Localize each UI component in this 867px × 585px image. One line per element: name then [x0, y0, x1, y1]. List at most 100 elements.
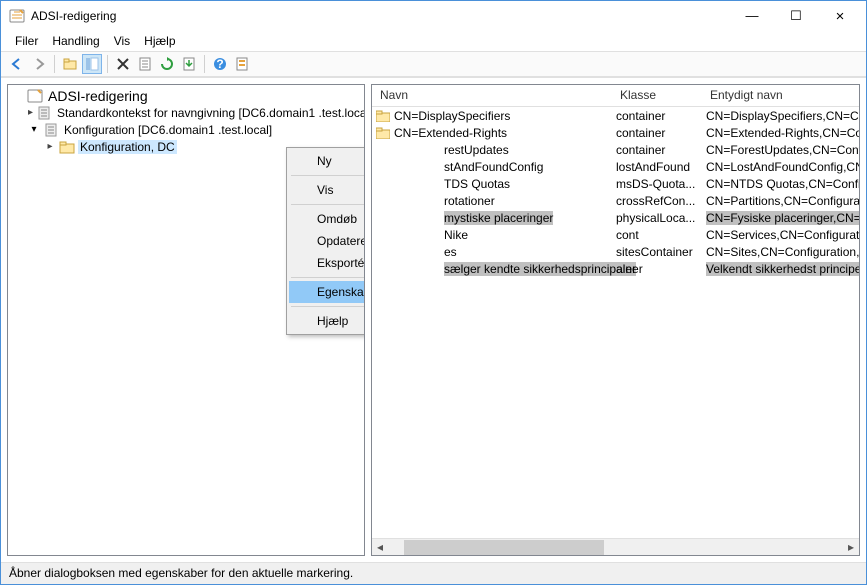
folder-icon: [376, 110, 390, 122]
cell-class: physicalLoca...: [612, 211, 702, 225]
forward-button[interactable]: [29, 54, 49, 74]
refresh-button[interactable]: [157, 54, 177, 74]
back-button[interactable]: [7, 54, 27, 74]
cell-name: Nike: [444, 228, 468, 242]
menu-item-export[interactable]: Eksportér liste...: [289, 252, 365, 274]
cell-dn: CN=Services,CN=Configuration,: [706, 228, 859, 242]
status-text: Åbner dialogboksen med egenskaber for de…: [9, 566, 353, 580]
cell-dn: CN=ForestUpdates,CN=Configu: [706, 143, 859, 157]
menu-item-help[interactable]: Hjælp: [289, 310, 365, 332]
statusbar: Åbner dialogboksen med egenskaber for de…: [1, 562, 866, 584]
context-icon: [43, 122, 59, 138]
cell-class: sitesContainer: [612, 245, 702, 259]
tree-root[interactable]: ▸ ADSI-redigering: [8, 87, 364, 104]
svg-text:?: ?: [216, 57, 223, 71]
list-pane: Navn Klasse Entydigt navn CN=DisplaySpec…: [371, 84, 860, 556]
menu-item-label: Eksportér liste...: [317, 256, 365, 270]
expander-icon[interactable]: ▸: [28, 107, 33, 118]
context-icon: [36, 105, 52, 121]
cell-dn: CN=Sites,CN=Configuration,DC: [706, 245, 859, 259]
menubar: Filer Handling Vis Hjælp: [1, 31, 866, 51]
menu-item-view[interactable]: Vis ▶: [289, 179, 365, 201]
cell-class: msDS-Quota...: [612, 177, 702, 191]
list-row[interactable]: stAndFoundConfiglostAndFoundCN=LostAndFo…: [372, 158, 859, 175]
tree-node-label: Konfiguration [DC6.domain1 .test.local]: [62, 123, 274, 137]
scroll-right-icon[interactable]: ▸: [843, 540, 859, 555]
export-button[interactable]: [179, 54, 199, 74]
list-row[interactable]: CN=DisplaySpecifierscontainerCN=DisplayS…: [372, 107, 859, 124]
list-row[interactable]: Nike cont CN=Services,CN=Configuration,: [372, 226, 859, 243]
list-row[interactable]: sælger kendte sikkerhedsprincipalerainer…: [372, 260, 859, 277]
show-tree-button[interactable]: [82, 54, 102, 74]
menu-item-label: Egenskaber: [317, 285, 365, 299]
menu-item-properties[interactable]: Egenskaber: [289, 281, 365, 303]
menu-view[interactable]: Vis: [114, 34, 130, 48]
cell-name: TDS Quotas: [444, 177, 510, 191]
cell-name: rotationer: [444, 194, 495, 208]
close-button[interactable]: ×: [828, 8, 852, 25]
list-header: Navn Klasse Entydigt navn: [372, 85, 859, 107]
menu-separator: [291, 175, 365, 176]
menu-separator: [291, 306, 365, 307]
cell-class: container: [612, 126, 702, 140]
app-icon: [9, 8, 25, 24]
column-header-name[interactable]: Navn: [372, 85, 612, 106]
up-folder-button[interactable]: [60, 54, 80, 74]
folder-icon: [376, 127, 390, 139]
list-row[interactable]: CN=Extended-Rights container CN=Extended-R…: [372, 124, 859, 141]
cell-class: cont: [612, 228, 702, 242]
cell-class: ainer: [612, 262, 702, 276]
menu-item-label: Ny: [317, 154, 332, 168]
cell-dn: Velkendt sikkerhedst principe: [706, 262, 859, 276]
tree-node-label: Konfiguration, DC: [78, 140, 177, 154]
scroll-left-icon[interactable]: ◂: [372, 540, 388, 555]
app-window: ADSI-redigering — ☐ × Filer Handling Vis…: [0, 0, 867, 585]
menu-item-rename[interactable]: Omdøb: [289, 208, 365, 230]
cell-dn: CN=NTDS Quotas,CN=Configur: [706, 177, 859, 191]
cell-class: container: [612, 143, 702, 157]
menu-help[interactable]: Hjælp: [144, 34, 175, 48]
window-title: ADSI-redigering: [31, 9, 740, 23]
help-button[interactable]: ?: [210, 54, 230, 74]
expander-icon[interactable]: ▾: [28, 124, 40, 135]
menu-item-label: Hjælp: [317, 314, 348, 328]
cell-dn: CN=Fysiske placeringer,CN=Cor: [706, 211, 859, 225]
tree-node-configuration[interactable]: ▾ Konfiguration [DC6.domain1 .test.local…: [8, 121, 364, 138]
menu-file[interactable]: Filer: [15, 34, 38, 48]
tree-node-naming-context[interactable]: ▸ Standardkontekst for navngivning [DC6.…: [8, 104, 364, 121]
list-row[interactable]: restUpdates container CN=ForestUpdates,CN=…: [372, 141, 859, 158]
menu-item-label: Vis: [317, 183, 333, 197]
cell-dn: CN=DisplaySpecifiers,CN=Confi: [706, 109, 859, 123]
minimize-button[interactable]: —: [740, 8, 764, 25]
menu-action[interactable]: Handling: [52, 34, 99, 48]
column-header-class[interactable]: Klasse: [612, 85, 702, 106]
list-row[interactable]: rotationercrossRefCon...CN=Partitions,CN…: [372, 192, 859, 209]
menu-separator: [291, 204, 365, 205]
list-row[interactable]: TDS Quotas msDS-Quota... CN=NTDS Quotas,CN…: [372, 175, 859, 192]
cell-class: crossRefCon...: [612, 194, 702, 208]
list-row[interactable]: essitesContainerCN=Sites,CN=Configuratio…: [372, 243, 859, 260]
cell-name: stAndFoundConfig: [444, 160, 543, 174]
properties-button[interactable]: [135, 54, 155, 74]
menu-item-label: Omdøb: [317, 212, 357, 226]
cell-name: CN=Extended-Rights: [394, 126, 507, 140]
cell-class: container: [612, 109, 702, 123]
settings-button[interactable]: [232, 54, 252, 74]
list-row[interactable]: mystiske placeringerphysicalLoca...CN=Fy…: [372, 209, 859, 226]
tree-root-label: ADSI-redigering: [46, 88, 150, 104]
content-area: ▸ ADSI-redigering ▸ Standardkontekst for…: [1, 77, 866, 562]
horizontal-scrollbar[interactable]: ◂ ▸: [372, 538, 859, 555]
cell-dn: CN=Extended-Rights,CN=Confi: [706, 126, 859, 140]
tree-pane: ▸ ADSI-redigering ▸ Standardkontekst for…: [7, 84, 365, 556]
cell-name: restUpdates: [444, 143, 509, 157]
column-header-dn[interactable]: Entydigt navn: [702, 85, 859, 106]
maximize-button[interactable]: ☐: [784, 8, 808, 25]
menu-item-refresh[interactable]: Opdatere: [289, 230, 365, 252]
delete-button[interactable]: [113, 54, 133, 74]
menu-item-new[interactable]: Ny ▶: [289, 150, 365, 172]
folder-icon: [59, 139, 75, 155]
expander-icon[interactable]: ▸: [44, 141, 56, 152]
scroll-thumb[interactable]: [404, 540, 604, 555]
context-menu: Ny ▶ Vis ▶ Omdøb Opdatere Eksportér list…: [286, 147, 365, 335]
cell-name: sælger kendte sikkerhedsprincipaler: [444, 262, 636, 276]
